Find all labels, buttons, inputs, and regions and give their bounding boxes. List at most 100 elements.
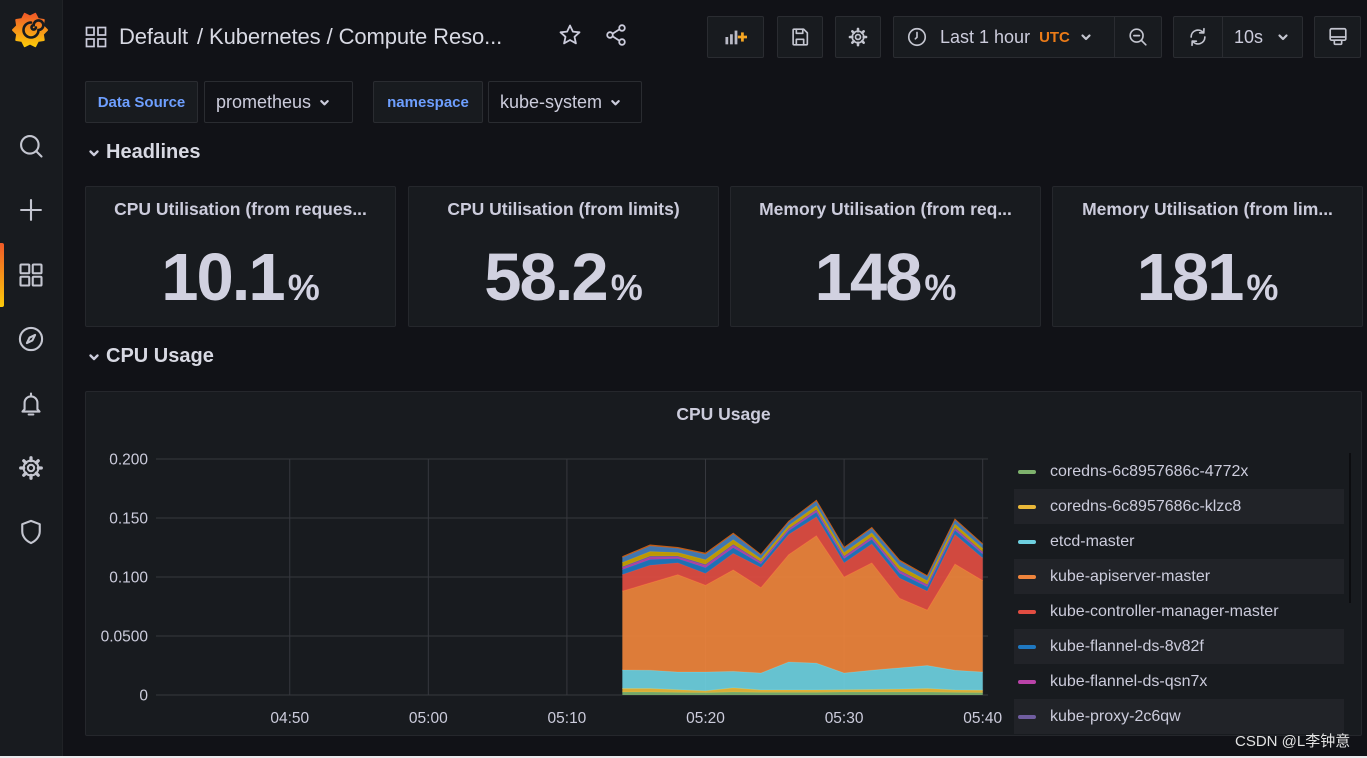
save-dashboard-button[interactable] [777,16,823,58]
legend-item[interactable]: kube-flannel-ds-8v82f [1014,629,1344,664]
refresh-picker-group: 10s [1173,16,1303,58]
time-range-picker[interactable]: Last 1 hour UTC [894,17,1114,57]
variable-label-namespace: namespace [373,81,483,123]
watermark: CSDN @L李钟意 [1235,733,1351,750]
star-button[interactable] [558,23,582,47]
legend-label: coredns-6c8957686c-4772x [1050,462,1249,480]
stat-title: CPU Utilisation (from limits) [447,199,680,219]
sidebar-item-configuration[interactable] [15,452,47,484]
datasource-value: prometheus [216,91,312,112]
add-panel-button[interactable] [707,16,764,58]
refresh-button[interactable] [1174,17,1222,57]
chevron-down-icon [1081,34,1091,41]
sidebar-item-explore[interactable] [15,323,47,355]
legend-item[interactable]: kube-flannel-ds-qsn7x [1014,664,1344,699]
stat-panel-cpu-requests[interactable]: CPU Utilisation (from reques... 10.1% [85,186,396,327]
dashboard-title[interactable]: Kubernetes / Compute Reso... [209,24,502,49]
chevron-down-icon [89,149,99,156]
grafana-logo[interactable] [11,11,49,49]
legend-swatch [1018,644,1036,649]
add-panel-icon [724,30,747,45]
row-cpu-usage[interactable]: CPU Usage [88,345,214,368]
stacked-areas [622,499,984,695]
shield-icon [21,519,41,545]
refresh-icon [1190,27,1206,47]
gear-icon [19,456,43,480]
legend-item[interactable]: etcd-master [1014,524,1344,559]
namespace-value: kube-system [500,91,603,112]
search-icon [20,135,43,158]
row-title: CPU Usage [106,345,214,367]
sidebar-item-dashboards[interactable] [15,259,47,291]
stat-number: 58.2 [484,240,608,315]
legend-item[interactable]: kube-proxy-2c6qw [1014,699,1344,734]
legend-label: kube-controller-manager-master [1050,602,1279,620]
stat-title: Memory Utilisation (from lim... [1082,199,1333,219]
legend-item[interactable]: coredns-6c8957686c-klzc8 [1014,489,1344,524]
refresh-interval-picker[interactable]: 10s [1222,17,1302,57]
legend-item[interactable]: coredns-6c8957686c-4772x [1014,454,1344,489]
stat-number: 181 [1136,240,1245,315]
sidebar-item-alerting[interactable] [15,388,47,420]
timezone-label: UTC [1039,28,1070,46]
row-title: Headlines [106,141,201,163]
sidebar-item-server-admin[interactable] [15,516,47,548]
legend-swatch [1018,574,1036,579]
dashboard-settings-button[interactable] [835,16,881,58]
stat-number: 148 [814,240,923,315]
stat-unit: % [610,267,643,308]
legend-label: kube-flannel-ds-qsn7x [1050,672,1208,690]
cpu-usage-graph-panel[interactable]: CPU Usage 0 0.0500 0.100 0.150 0.200 04:50 05:… [85,391,1362,736]
sidebar-item-create[interactable] [15,194,47,226]
legend-label: kube-flannel-ds-8v82f [1050,637,1204,655]
share-icon [606,24,626,46]
legend-item[interactable]: kube-apiserver-master [1014,559,1344,594]
zoom-out-icon [1129,28,1147,46]
variable-label-datasource: Data Source [85,81,198,123]
time-range-label: Last 1 hour [940,26,1031,47]
legend-swatch [1018,679,1036,684]
legend-swatch [1018,714,1036,719]
legend-item[interactable]: kube-controller-manager-master [1014,594,1344,629]
y-tick-label: 0.150 [109,511,148,528]
x-tick-label: 04:50 [270,710,309,727]
compass-icon [18,326,44,352]
legend-swatch [1018,609,1036,614]
save-icon [792,28,809,46]
chevron-down-icon [611,99,620,105]
legend-label: kube-apiserver-master [1050,567,1211,585]
legend-swatch [1018,539,1036,544]
gear-icon [848,27,868,47]
sidebar-item-search[interactable] [15,130,47,162]
x-tick-label: 05:20 [686,710,725,727]
bell-icon [21,392,41,416]
chart-legend: coredns-6c8957686c-4772x coredns-6c895768… [1014,454,1344,736]
stat-panel-memory-requests[interactable]: Memory Utilisation (from req... 148% [730,186,1041,327]
time-picker-group: Last 1 hour UTC [893,16,1162,58]
legend-scrollbar[interactable] [1349,453,1351,603]
tv-mode-button[interactable] [1314,16,1361,58]
apps-icon [19,263,43,287]
breadcrumb-folder[interactable]: Default [119,24,188,49]
datasource-select[interactable]: prometheus [204,81,353,123]
clock-icon [907,27,927,47]
stat-title: CPU Utilisation (from reques... [114,199,367,219]
breadcrumb-separator: / [197,24,204,49]
y-tick-label: 0.100 [109,570,148,587]
stat-value: 10.1% [86,239,395,316]
stat-unit: % [1246,267,1279,308]
zoom-out-button[interactable] [1114,17,1161,57]
tv-monitor-icon [1328,27,1347,46]
plus-icon [20,199,42,221]
grafana-logo-icon [12,12,48,48]
stat-unit: % [924,267,957,308]
stat-title: Memory Utilisation (from req... [759,199,1012,219]
stat-panel-cpu-limits[interactable]: CPU Utilisation (from limits) 58.2% [408,186,719,327]
y-tick-label: 0 [139,688,148,705]
namespace-select[interactable]: kube-system [488,81,642,123]
share-button[interactable] [604,23,628,47]
x-tick-label: 05:00 [409,710,448,727]
stat-value: 148% [731,239,1040,316]
row-headlines[interactable]: Headlines [88,141,200,164]
stat-panel-memory-limits[interactable]: Memory Utilisation (from lim... 181% [1052,186,1363,327]
